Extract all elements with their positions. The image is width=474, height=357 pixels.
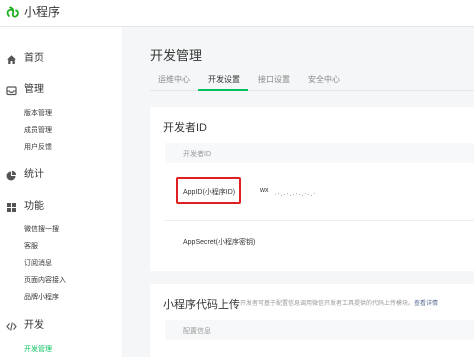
tab-bar: 运维中心 开发设置 接口设置 安全中心: [150, 71, 474, 91]
table-header-label: 开发者ID: [183, 151, 211, 158]
code-upload-card: 小程序代码上传 开发者可基于配置信息调用微信开发者工具提供的代码上传模块。查看详…: [150, 284, 474, 357]
sidebar-label-features: 功能: [24, 201, 44, 212]
config-table-header: 配置信息: [165, 320, 474, 340]
view-details-link[interactable]: 查看详情: [414, 301, 438, 307]
table-header: 开发者ID: [165, 143, 474, 163]
sidebar-item-customer-service[interactable]: 客服: [24, 242, 38, 251]
sidebar-label-home: 首页: [24, 53, 44, 64]
code-upload-description: 开发者可基于配置信息调用微信开发者工具提供的代码上传模块。查看详情: [240, 298, 438, 307]
pie-chart-icon: [6, 170, 17, 181]
mini-program-logo-icon: [6, 6, 19, 18]
sidebar-label-manage: 管理: [24, 84, 44, 95]
home-icon: [7, 55, 16, 64]
developer-id-card: 开发者ID 开发者ID AppID(小程序ID) wx AppSecret(小程…: [150, 107, 474, 271]
code-icon: [6, 322, 17, 331]
sidebar-item-brand-mini-program[interactable]: 品牌小程序: [24, 293, 59, 302]
sidebar-item-members[interactable]: 成员管理: [24, 126, 52, 135]
sidebar-label-stats: 统计: [24, 169, 44, 180]
sidebar-item-wechat-search[interactable]: 微信搜一搜: [24, 225, 59, 234]
sidebar-label-dev: 开发: [24, 320, 44, 331]
sidebar-item-feedback[interactable]: 用户反馈: [24, 143, 52, 152]
active-tab-indicator: [198, 89, 248, 91]
tab-security-center[interactable]: 安全中心: [308, 74, 340, 85]
sidebar: 首页 管理 版本管理 成员管理 用户反馈 统计 功能 微信搜一搜 客服 订阅消息…: [0, 27, 122, 357]
table-row-appid: AppID(小程序ID) wx: [165, 163, 474, 221]
developer-id-table: 开发者ID AppID(小程序ID) wx AppSecret(小程序密钥): [165, 143, 474, 263]
app-name: 小程序: [24, 5, 61, 19]
tab-dev-settings[interactable]: 开发设置: [208, 74, 240, 85]
top-bar: 小程序: [0, 0, 474, 27]
appid-label: AppID(小程序ID): [183, 189, 236, 196]
appsecret-label: AppSecret(小程序密钥): [183, 239, 256, 246]
developer-id-title: 开发者ID: [163, 122, 207, 134]
redacted-value-marks: [275, 193, 315, 196]
tab-ops-center[interactable]: 运维中心: [158, 74, 190, 85]
page-title: 开发管理: [150, 48, 203, 63]
sidebar-item-version[interactable]: 版本管理: [24, 109, 52, 118]
appid-value[interactable]: wx: [260, 187, 269, 194]
table-row-appsecret: AppSecret(小程序密钥): [165, 221, 474, 263]
grid-icon: [7, 203, 16, 212]
code-upload-description-text: 开发者可基于配置信息调用微信开发者工具提供的代码上传模块。: [240, 301, 415, 307]
main-content: 开发管理 运维中心 开发设置 接口设置 安全中心 开发者ID 开发者ID App…: [122, 27, 474, 357]
sidebar-item-subscribe-messages[interactable]: 订阅消息: [24, 259, 52, 268]
inbox-icon: [6, 86, 17, 96]
tab-api-settings[interactable]: 接口设置: [258, 74, 290, 85]
sidebar-item-page-content[interactable]: 页面内容接入: [24, 276, 66, 285]
brand[interactable]: 小程序: [6, 3, 60, 21]
code-upload-title: 小程序代码上传: [163, 299, 240, 311]
sidebar-item-dev-manage[interactable]: 开发管理: [24, 345, 52, 354]
config-header-label: 配置信息: [183, 328, 211, 335]
